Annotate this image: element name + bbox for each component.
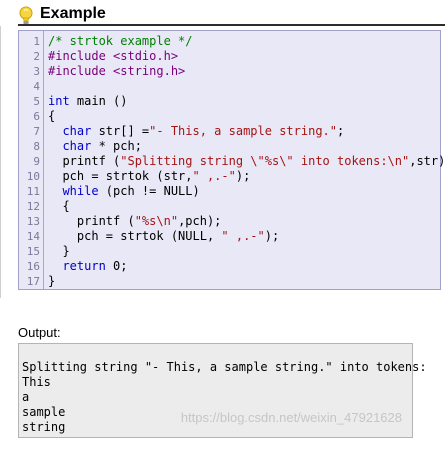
code-line: return 0; <box>48 259 127 274</box>
code-line: pch = strtok (str," ,.-"); <box>48 169 250 184</box>
code-line: char str[] ="- This, a sample string."; <box>48 124 344 139</box>
code-token: char <box>48 139 92 153</box>
code-token: ,pch); <box>178 214 222 228</box>
code-token: { <box>48 109 56 123</box>
code-token: { <box>48 199 70 213</box>
code-token: while <box>48 184 99 198</box>
code-token: printf ( <box>48 154 121 168</box>
code-token: ; <box>337 124 345 138</box>
output-line: a <box>22 390 30 404</box>
code-line: } <box>48 274 55 289</box>
code-line: char * pch; <box>48 139 142 154</box>
code-token: ,str); <box>409 154 446 168</box>
code-token: ); <box>235 169 251 183</box>
code-line: #include <string.h> <box>48 64 185 79</box>
output-line: string <box>22 420 66 434</box>
code-token: (pch != NULL) <box>98 184 200 198</box>
code-token: char <box>48 124 92 138</box>
line-number: 9 <box>33 155 40 168</box>
output-line: Splitting string "- This, a sample strin… <box>22 360 427 374</box>
code-token: /* strtok example */ <box>48 34 193 48</box>
code-token: #include <string.h> <box>48 64 186 78</box>
line-number: 2 <box>33 50 40 63</box>
code-token: return <box>48 259 106 273</box>
line-number: 5 <box>33 95 40 108</box>
line-number: 14 <box>26 230 40 243</box>
line-number: 4 <box>33 80 40 93</box>
line-number: 13 <box>26 215 40 228</box>
line-number: 3 <box>33 65 40 78</box>
code-token: int <box>48 94 70 108</box>
code-token: pch = strtok (str, <box>48 169 193 183</box>
section-header: Example <box>18 4 444 26</box>
output-line: sample <box>22 405 66 419</box>
left-border-rule <box>0 26 1 298</box>
code-line: } <box>48 244 70 259</box>
line-number: 12 <box>26 200 40 213</box>
title-divider <box>18 24 445 26</box>
code-line: int main () <box>48 94 127 109</box>
line-number: 16 <box>26 260 40 273</box>
code-token: } <box>48 274 56 288</box>
code-token: #include <stdio.h> <box>48 49 179 63</box>
code-line: printf ("Splitting string \"%s\" into to… <box>48 154 446 169</box>
output-label: Output: <box>18 325 61 340</box>
line-number: 1 <box>33 35 40 48</box>
watermark: https://blog.csdn.net/weixin_47921628 <box>180 410 402 425</box>
code-token: "Splitting string \"%s\" into tokens:\n" <box>120 154 410 168</box>
section-title: Example <box>40 5 106 22</box>
code-line: { <box>48 199 70 214</box>
line-number: 10 <box>26 170 40 183</box>
code-token: 0; <box>105 259 128 273</box>
code-token: " ,.-" <box>192 169 236 183</box>
code-token: "- This, a sample string." <box>149 124 337 138</box>
code-token: "%s\n" <box>134 214 179 228</box>
code-token: pch = strtok (NULL, <box>48 229 222 243</box>
line-number: 17 <box>26 275 40 288</box>
line-number: 7 <box>33 125 40 138</box>
output-line: This <box>22 375 51 389</box>
code-line: pch = strtok (NULL, " ,.-"); <box>48 229 279 244</box>
code-line: printf ("%s\n",pch); <box>48 214 222 229</box>
line-number: 6 <box>33 110 40 123</box>
output-block: Splitting string "- This, a sample strin… <box>18 343 427 438</box>
code-token: str[] = <box>91 124 150 138</box>
line-number: 15 <box>26 245 40 258</box>
code-token: " ,.-" <box>221 229 265 243</box>
code-block: 1 2 3 4 5 6 7 8 9 10 11 12 13 14 15 16 17 /* strtok exam… <box>18 30 446 290</box>
line-number: 11 <box>26 185 40 198</box>
code-token: * pch; <box>91 139 142 153</box>
code-line: { <box>48 109 55 124</box>
code-line: #include <stdio.h> <box>48 49 178 64</box>
line-number-gutter: 1 2 3 4 5 6 7 8 9 10 11 12 13 14 15 16 17 <box>19 31 44 289</box>
code-line: while (pch != NULL) <box>48 184 200 199</box>
code-token: printf ( <box>48 214 135 228</box>
code-token: main () <box>69 94 128 108</box>
code-token: ); <box>264 229 280 243</box>
lightbulb-icon <box>19 6 33 24</box>
code-token: } <box>48 244 70 258</box>
line-number: 8 <box>33 140 40 153</box>
code-line: /* strtok example */ <box>48 34 193 49</box>
